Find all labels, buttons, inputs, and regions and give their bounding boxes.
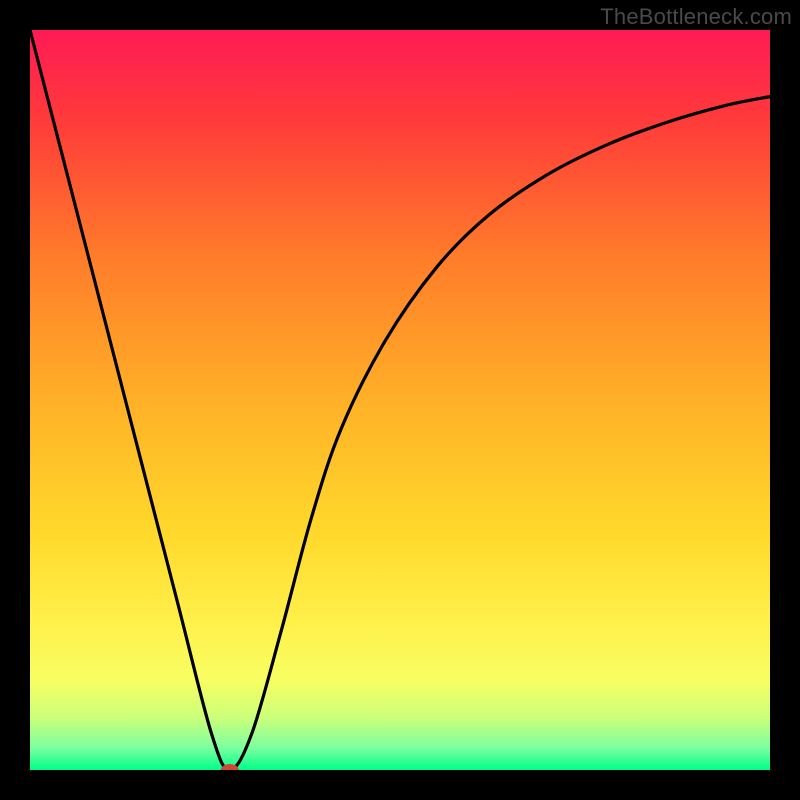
chart-frame: TheBottleneck.com <box>0 0 800 800</box>
gradient-background <box>30 30 770 770</box>
watermark-text: TheBottleneck.com <box>600 4 792 30</box>
plot-area <box>30 30 770 770</box>
chart-svg <box>30 30 770 770</box>
